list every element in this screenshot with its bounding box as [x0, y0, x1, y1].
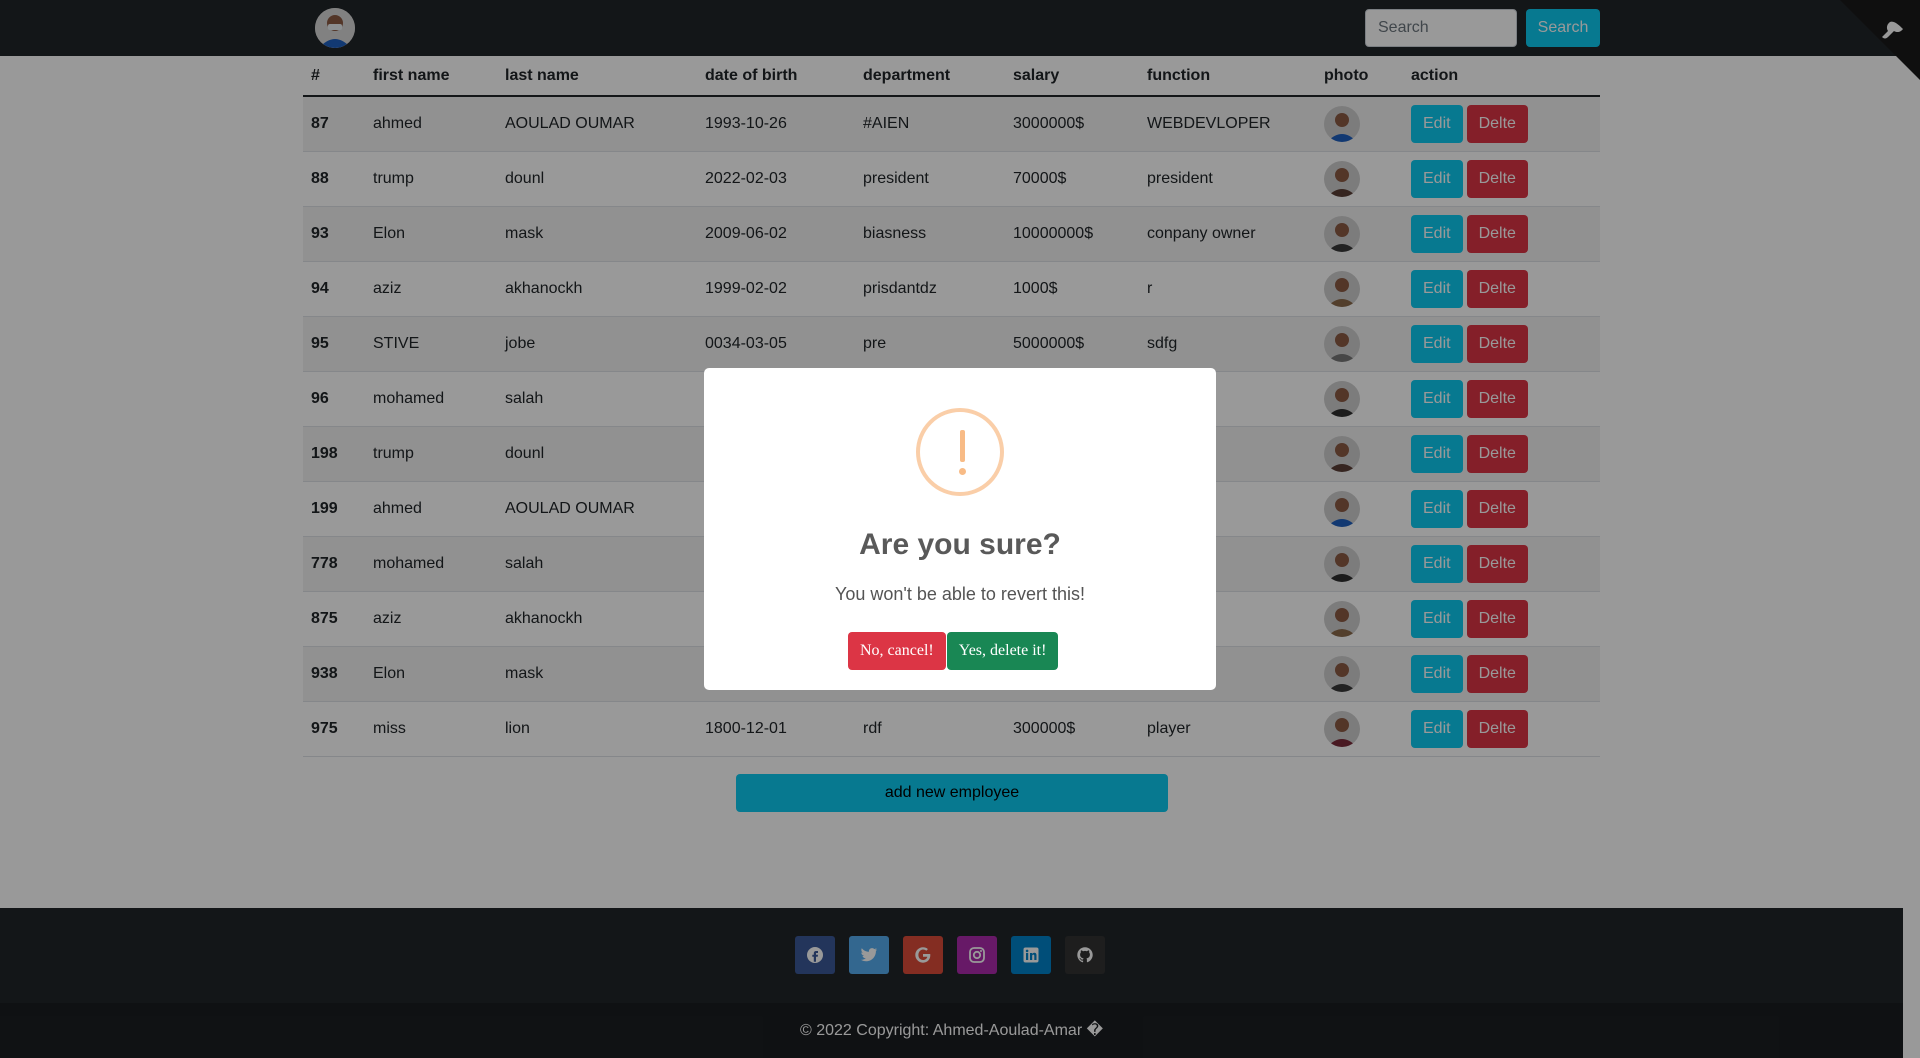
dialog-title: Are you sure?	[859, 528, 1061, 561]
confirm-delete-dialog: Are you sure? You won't be able to rever…	[704, 368, 1216, 690]
cancel-button[interactable]: No, cancel!	[848, 632, 946, 670]
confirm-delete-button[interactable]: Yes, delete it!	[946, 632, 1059, 670]
dialog-actions: No, cancel! Yes, delete it!	[848, 632, 1059, 670]
dialog-message: You won't be able to revert this!	[835, 584, 1085, 604]
warning-icon	[916, 408, 1004, 496]
